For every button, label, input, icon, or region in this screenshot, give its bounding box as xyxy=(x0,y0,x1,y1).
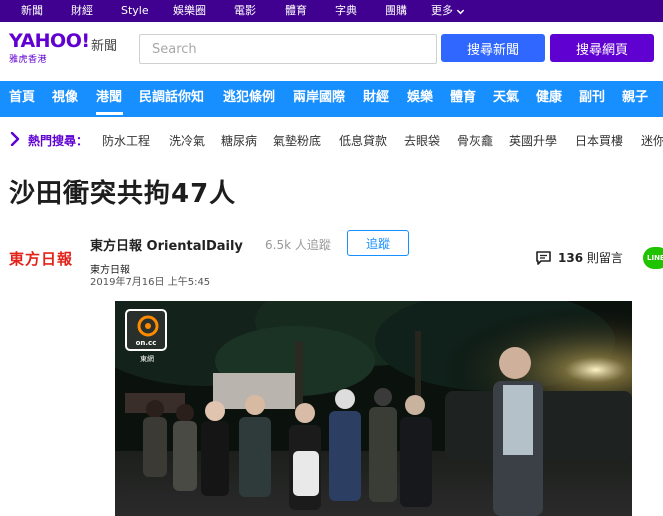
nav-item-weather[interactable]: 天氣 xyxy=(493,90,519,106)
nav-item-video[interactable]: 視像 xyxy=(52,90,78,106)
follower-count: 6.5k 人追蹤 xyxy=(265,238,331,252)
nav-item-world[interactable]: 兩岸國際 xyxy=(293,90,345,106)
comments-link[interactable]: 136 則留言 xyxy=(535,249,623,266)
trending-item[interactable]: 低息貸款 xyxy=(339,132,387,149)
search-web-button[interactable]: 搜尋網頁 xyxy=(550,34,654,62)
article-date: 2019年7月16日 上午5:45 xyxy=(90,277,211,288)
topbar-link-finance[interactable]: 財經 xyxy=(71,4,93,18)
trending-bar: 熱門搜尋： 防水工程 洗冷氣 糖尿病 氣墊粉底 低息貸款 去眼袋 骨灰龕 英國升… xyxy=(0,126,663,154)
yahoo-logo[interactable]: YAHOO! 雅虎香港 xyxy=(9,31,90,65)
trending-icon xyxy=(10,132,20,146)
chevron-down-icon xyxy=(456,9,465,14)
topbar-link-dictionary[interactable]: 字典 xyxy=(335,4,357,18)
trending-item[interactable]: 日本買樓 xyxy=(575,132,623,149)
trending-item[interactable]: 糖尿病 xyxy=(221,132,257,149)
nav-item-health[interactable]: 健康 xyxy=(536,90,562,106)
trending-item[interactable]: 迷你倉 xyxy=(641,132,663,149)
yahoo-logo-text: YAHOO! xyxy=(9,30,90,52)
nav-item-home[interactable]: 首頁 xyxy=(9,90,35,106)
trending-item[interactable]: 防水工程 xyxy=(102,132,150,149)
comment-count: 136 xyxy=(558,251,584,265)
trending-item[interactable]: 骨灰龕 xyxy=(457,132,493,149)
trending-item[interactable]: 氣墊粉底 xyxy=(273,132,321,149)
article-photo-image xyxy=(115,301,632,516)
comment-icon xyxy=(536,250,551,265)
topbar-link-sports[interactable]: 體育 xyxy=(285,4,307,18)
topbar-link-news[interactable]: 新聞 xyxy=(21,4,43,18)
photo-watermark: on.cc 東網 xyxy=(125,309,169,365)
trending-item[interactable]: 英國升學 xyxy=(509,132,557,149)
nav-item-sports[interactable]: 體育 xyxy=(450,90,476,106)
watermark-text: on.cc xyxy=(135,339,157,347)
follow-button[interactable]: 追蹤 xyxy=(347,230,409,256)
watermark-logo: on.cc xyxy=(125,309,167,351)
top-bar: 新聞 財經 Style 娛樂圈 電影 體育 字典 團購 更多 xyxy=(0,0,663,22)
article-photo xyxy=(115,301,632,516)
search-box xyxy=(139,34,437,64)
topbar-link-groupbuy[interactable]: 團購 xyxy=(385,4,407,18)
line-share-button[interactable]: LINE xyxy=(643,247,663,269)
nav-item-hk-news[interactable]: 港聞 xyxy=(96,90,122,106)
nav-item-supplement[interactable]: 副刊 xyxy=(579,90,605,106)
article-headline: 沙田衝突共拘47人 xyxy=(9,179,237,209)
trending-label: 熱門搜尋： xyxy=(28,134,89,148)
topbar-more[interactable]: 更多 xyxy=(431,4,465,18)
provider-name[interactable]: 東方日報 OrientalDaily xyxy=(90,235,243,254)
watermark-icon xyxy=(137,315,159,337)
trending-item[interactable]: 去眼袋 xyxy=(404,132,440,149)
nav-item-parenting[interactable]: 親子 xyxy=(622,90,648,106)
nav-item-polls[interactable]: 民調話你知 xyxy=(139,90,204,106)
comment-text: 136 則留言 xyxy=(558,249,623,266)
provider-logo[interactable]: 東方日報 xyxy=(9,248,73,269)
nav-item-finance[interactable]: 財經 xyxy=(363,90,389,106)
trending-item[interactable]: 洗冷氣 xyxy=(169,132,205,149)
comment-suffix: 則留言 xyxy=(586,251,623,265)
topbar-link-entertainment[interactable]: 娛樂圈 xyxy=(173,4,206,18)
nav-item-entertainment[interactable]: 娛樂 xyxy=(407,90,433,106)
yahoo-logo-sub: 雅虎香港 xyxy=(9,55,48,65)
nav-active-indicator xyxy=(96,112,123,115)
watermark-label: 東網 xyxy=(140,355,154,363)
search-news-button[interactable]: 搜尋新聞 xyxy=(441,34,545,62)
section-label[interactable]: 新聞 xyxy=(91,35,117,54)
main-nav: 首頁 視像 港聞 民調話你知 逃犯條例 兩岸國際 財經 娛樂 體育 天氣 健康 … xyxy=(0,81,663,117)
line-share-label: LINE xyxy=(647,254,663,262)
topbar-link-style[interactable]: Style xyxy=(121,4,149,18)
topbar-more-label: 更多 xyxy=(431,4,453,17)
topbar-link-movies[interactable]: 電影 xyxy=(234,4,256,18)
nav-item-extradition[interactable]: 逃犯條例 xyxy=(223,90,275,106)
search-input[interactable] xyxy=(140,35,436,63)
